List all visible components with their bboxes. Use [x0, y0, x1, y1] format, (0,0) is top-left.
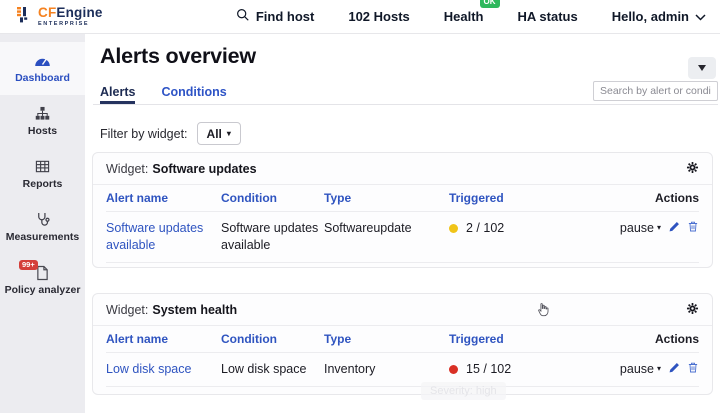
page-title: Alerts overview [100, 44, 256, 69]
triggered-count: 15 / 102 [466, 361, 511, 378]
hosts-count[interactable]: 102 Hosts [348, 9, 409, 24]
chevron-down-icon [695, 9, 706, 24]
edit-alert-button[interactable] [668, 362, 680, 377]
alert-name-link[interactable]: Software updates available [106, 221, 203, 252]
severity-dot [449, 224, 458, 233]
widget-name: System health [152, 303, 237, 317]
caret-down-icon: ▾ [657, 364, 661, 375]
table-row: Software updates available Software upda… [106, 212, 699, 263]
col-condition[interactable]: Condition [221, 191, 324, 205]
sidebar-label: Reports [23, 179, 63, 191]
cfengine-logo[interactable]: CFEngine ENTERPRISE [16, 5, 103, 28]
col-type[interactable]: Type [324, 191, 449, 205]
sidebar: Dashboard Hosts Reports Measurements 99+ [0, 34, 85, 413]
sidebar-item-dashboard[interactable]: Dashboard [0, 42, 85, 95]
gear-icon [686, 302, 699, 318]
user-menu[interactable]: Hello, admin [612, 9, 706, 24]
caret-down-icon [698, 65, 706, 71]
severity-tooltip: Severity: high [421, 382, 506, 400]
condition-cell: Low disk space [221, 361, 324, 378]
table-header-row: Alert name Condition Type Triggered Acti… [106, 326, 699, 353]
col-actions: Actions [621, 191, 699, 205]
triggered-cell: 2 / 102 [449, 220, 621, 237]
pencil-icon [668, 221, 680, 236]
widget-software-updates: Widget: Software updates Alert name Condi… [92, 152, 713, 268]
caret-down-icon: ▾ [657, 223, 661, 234]
col-type[interactable]: Type [324, 332, 449, 346]
col-condition[interactable]: Condition [221, 332, 324, 346]
condition-cell: Software updates available [221, 220, 324, 254]
sidebar-label: Measurements [6, 232, 80, 244]
caret-down-icon: ▾ [227, 129, 231, 138]
widget-filter-dropdown[interactable]: All ▾ [197, 122, 241, 145]
search-icon [236, 8, 250, 25]
trash-icon [687, 361, 699, 377]
delete-alert-button[interactable] [687, 220, 699, 236]
col-triggered[interactable]: Triggered [449, 332, 621, 346]
widget-prefix: Widget: [106, 162, 148, 176]
brand-subtitle: ENTERPRISE [38, 22, 103, 28]
search-input[interactable] [593, 81, 718, 101]
policy-analyzer-count-badge: 99+ [19, 260, 38, 271]
table-row: Low disk space Low disk space Inventory … [106, 353, 699, 387]
table-header-row: Alert name Condition Type Triggered Acti… [106, 185, 699, 212]
cfengine-logo-icon [16, 5, 32, 28]
severity-dot [449, 365, 458, 374]
widget-system-health: Widget: System health Alert name Conditio… [92, 293, 713, 395]
collapse-panel-button[interactable] [688, 57, 716, 79]
alert-name-link[interactable]: Low disk space [106, 362, 191, 376]
filter-label: Filter by widget: [100, 127, 188, 141]
col-actions: Actions [621, 332, 699, 346]
actions-cell: pause▾ [621, 361, 699, 378]
trash-icon [687, 220, 699, 236]
delete-alert-button[interactable] [687, 361, 699, 377]
sidebar-label: Hosts [28, 126, 57, 138]
sidebar-item-measurements[interactable]: Measurements [0, 201, 85, 254]
main-content: Alerts overview Alerts Conditions Filter… [85, 34, 720, 413]
widget-header: Widget: System health [93, 294, 712, 326]
top-nav: Find host 102 Hosts Health OK HA status … [236, 8, 706, 25]
find-host-button[interactable]: Find host [236, 8, 315, 25]
gear-icon [686, 161, 699, 177]
sidebar-item-reports[interactable]: Reports [0, 148, 85, 201]
col-alert-name[interactable]: Alert name [106, 191, 221, 205]
col-alert-name[interactable]: Alert name [106, 332, 221, 346]
brand-name: CFEngine [38, 6, 103, 20]
health-menu[interactable]: Health OK [444, 9, 484, 24]
document-icon: 99+ [36, 265, 49, 281]
sitemap-icon [35, 106, 50, 122]
triggered-cell: 15 / 102 [449, 361, 621, 378]
find-host-label: Find host [256, 9, 315, 24]
type-cell: Inventory [324, 361, 449, 378]
top-bar: CFEngine ENTERPRISE Find host 102 Hosts … [0, 0, 720, 34]
tab-conditions[interactable]: Conditions [161, 85, 226, 104]
widget-settings-button[interactable] [686, 161, 699, 177]
mouse-pointer-icon [536, 302, 549, 322]
ha-status[interactable]: HA status [518, 9, 578, 24]
tab-alerts[interactable]: Alerts [100, 85, 135, 104]
triggered-count: 2 / 102 [466, 220, 504, 237]
col-triggered[interactable]: Triggered [449, 191, 621, 205]
widget-settings-button[interactable] [686, 302, 699, 318]
sidebar-label: Policy analyzer [5, 285, 81, 297]
pause-dropdown[interactable]: pause▾ [620, 220, 661, 237]
widget-prefix: Widget: [106, 303, 148, 317]
edit-alert-button[interactable] [668, 221, 680, 236]
sidebar-label: Dashboard [15, 73, 70, 85]
stethoscope-icon [35, 212, 50, 228]
sidebar-item-hosts[interactable]: Hosts [0, 95, 85, 148]
actions-cell: pause▾ [621, 220, 699, 237]
sidebar-item-policy-analyzer[interactable]: 99+ Policy analyzer [0, 254, 85, 307]
gauge-icon [34, 53, 51, 69]
filter-row: Filter by widget: All ▾ [100, 122, 241, 145]
table-icon [35, 159, 50, 175]
widget-name: Software updates [152, 162, 256, 176]
health-ok-badge: OK [480, 0, 500, 8]
type-cell: Softwareupdate [324, 220, 449, 237]
pencil-icon [668, 362, 680, 377]
pause-dropdown[interactable]: pause▾ [620, 361, 661, 378]
widget-header: Widget: Software updates [93, 153, 712, 185]
